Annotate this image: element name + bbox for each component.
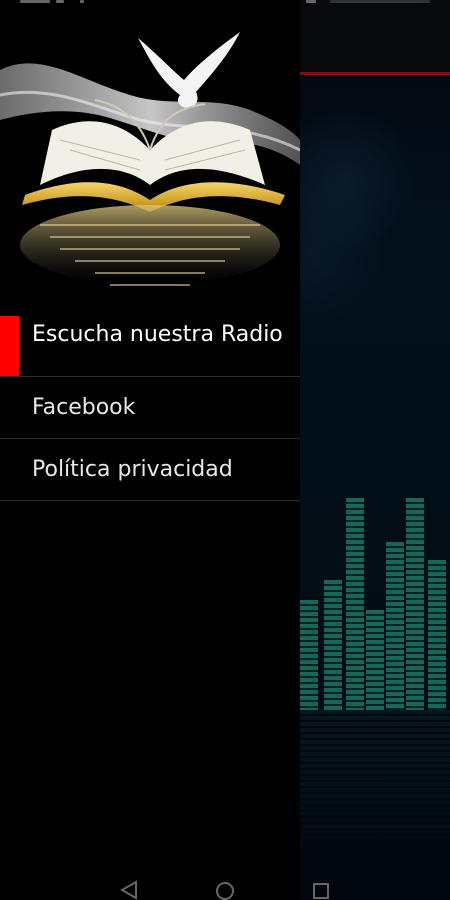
status-indicator (20, 0, 50, 3)
bible-dove-icon (0, 32, 300, 286)
menu-item-label: Política privacidad (32, 456, 233, 482)
status-indicator (330, 0, 430, 3)
status-indicator (80, 0, 84, 3)
menu-item-privacy-policy[interactable]: Política privacidad (0, 439, 300, 501)
drawer-header (0, 0, 300, 312)
recents-square-icon[interactable] (310, 880, 332, 900)
status-indicator (306, 0, 316, 3)
menu-item-facebook[interactable]: Facebook (0, 377, 300, 439)
back-triangle-icon[interactable] (118, 880, 140, 900)
menu-item-label: Facebook (32, 394, 136, 420)
menu-item-label: Escucha nuestra Radio (32, 322, 283, 347)
status-bar (0, 0, 450, 8)
system-nav-bar (0, 870, 450, 900)
home-circle-icon[interactable] (214, 880, 236, 900)
status-indicator (56, 0, 64, 3)
drawer-scrim[interactable] (300, 0, 450, 900)
menu-item-radio[interactable]: Escucha nuestra Radio (0, 316, 300, 377)
active-indicator (0, 316, 19, 376)
drawer-menu: Escucha nuestra Radio Facebook Política … (0, 316, 300, 501)
navigation-drawer: Escucha nuestra Radio Facebook Política … (0, 0, 300, 900)
